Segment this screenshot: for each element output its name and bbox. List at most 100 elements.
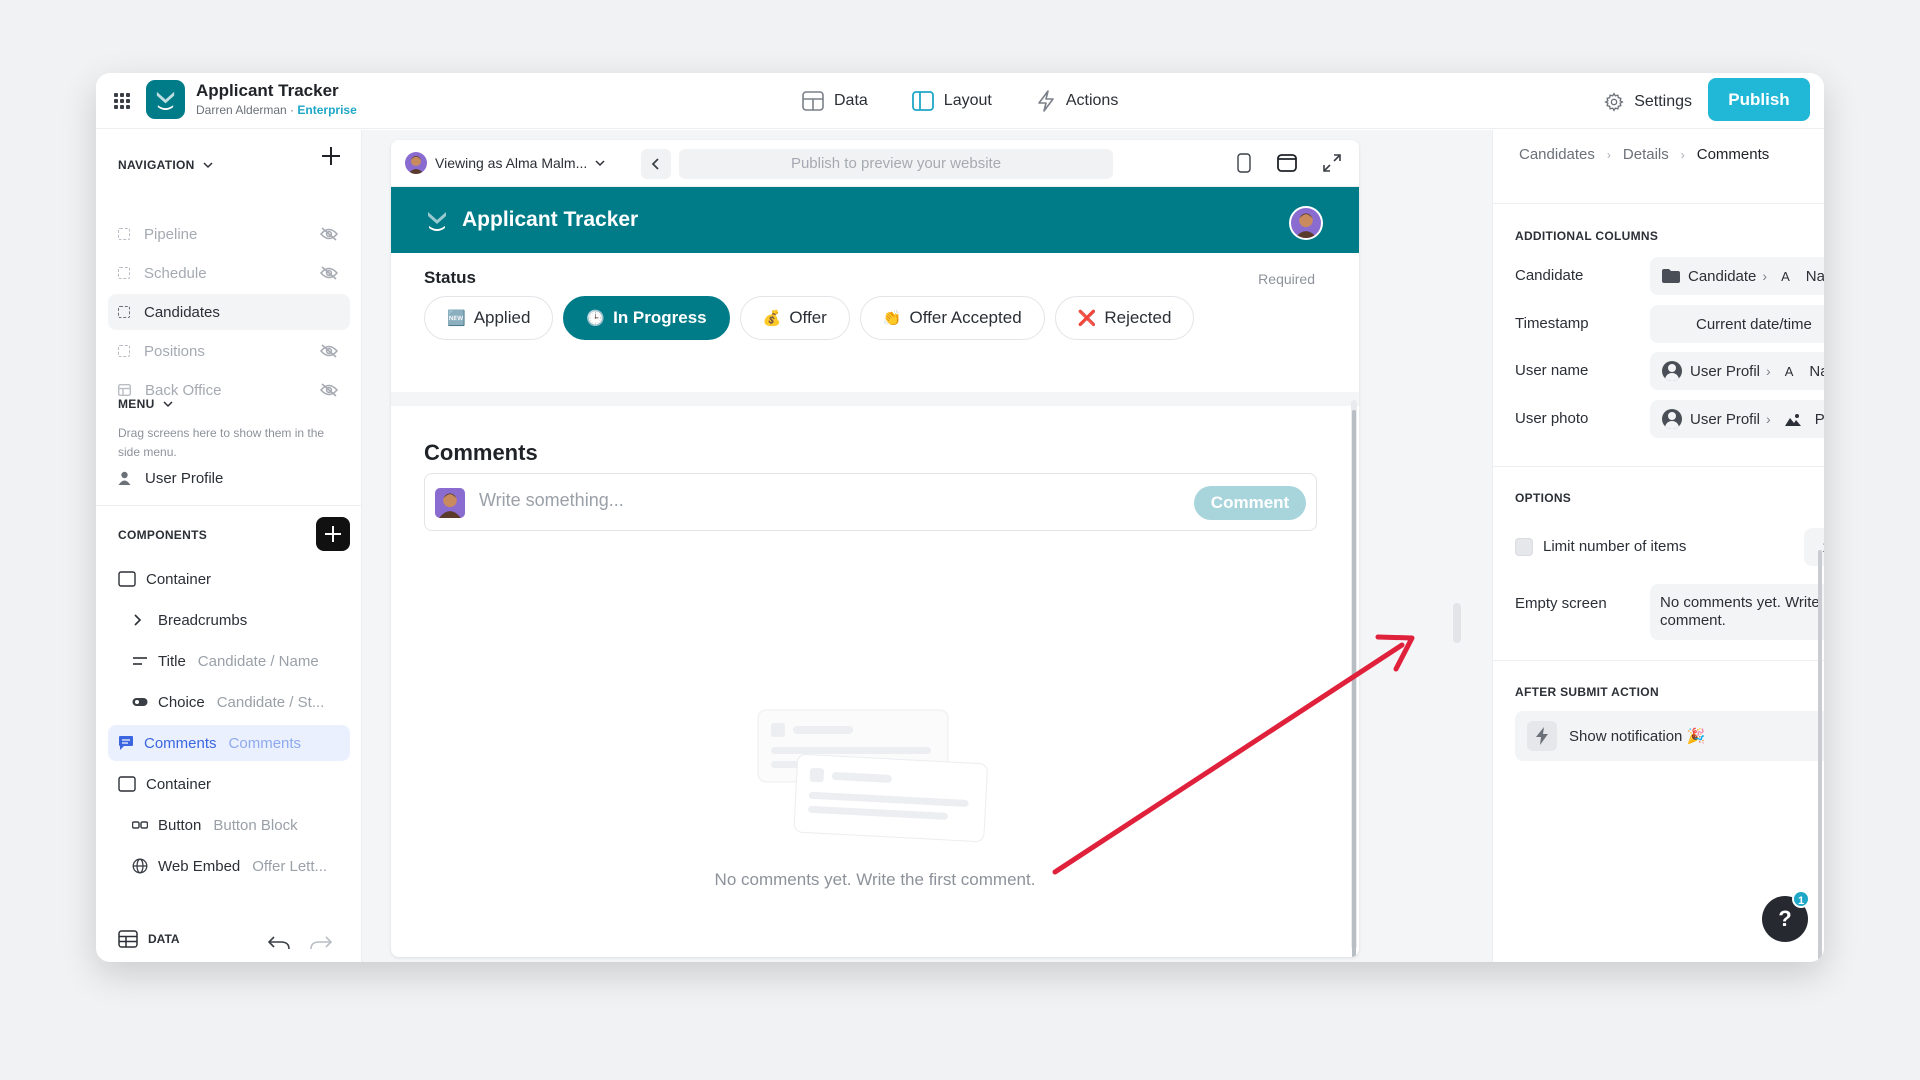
device-toggles bbox=[1237, 153, 1341, 173]
tab-layout[interactable]: Layout bbox=[906, 85, 998, 117]
bolt-icon bbox=[1527, 721, 1557, 751]
navigation-heading-label: NAVIGATION bbox=[118, 158, 195, 172]
add-component-button[interactable] bbox=[316, 517, 350, 551]
options-heading[interactable]: OPTIONS bbox=[1515, 491, 1824, 505]
breadcrumb-item[interactable]: Details bbox=[1623, 146, 1669, 163]
app-window: Applicant Tracker Darren Alderman · Ente… bbox=[96, 73, 1824, 962]
tab-data[interactable]: Data bbox=[796, 85, 874, 117]
component-title[interactable]: Title Candidate / Name bbox=[108, 643, 350, 679]
viewing-as-selector[interactable]: Viewing as Alma Malm... bbox=[405, 152, 605, 174]
settings-button[interactable]: Settings bbox=[1604, 87, 1692, 117]
after-submit-heading[interactable]: AFTER SUBMIT ACTION bbox=[1515, 685, 1824, 699]
component-container[interactable]: Container bbox=[108, 766, 350, 802]
component-comments[interactable]: Comments Comments bbox=[108, 725, 350, 761]
back-button[interactable] bbox=[641, 149, 671, 179]
after-submit-action-select[interactable]: Show notification 🎉 bbox=[1515, 711, 1824, 761]
after-submit-value: Show notification 🎉 bbox=[1569, 728, 1706, 745]
app-preview: Viewing as Alma Malm... Publish to previ… bbox=[391, 140, 1359, 957]
component-container[interactable]: Container bbox=[108, 561, 350, 597]
help-button[interactable]: ? 1 bbox=[1762, 890, 1810, 942]
comment-button[interactable]: Comment bbox=[1194, 486, 1306, 520]
component-label: Comments bbox=[144, 734, 217, 752]
help-label: ? bbox=[1778, 906, 1792, 931]
chip-offer[interactable]: 💰 Offer bbox=[739, 296, 850, 340]
data-footer-label: DATA bbox=[148, 932, 180, 946]
text-icon: A bbox=[1784, 363, 1794, 379]
eye-off-icon[interactable] bbox=[320, 344, 338, 358]
tab-actions[interactable]: Actions bbox=[1030, 85, 1124, 117]
chevron-left-icon bbox=[651, 158, 659, 170]
sidebar-item-label: Back Office bbox=[145, 381, 222, 399]
avatar[interactable] bbox=[1289, 206, 1323, 240]
sidebar-item-label: Schedule bbox=[144, 264, 207, 282]
chevron-down-icon bbox=[203, 161, 213, 168]
user-name-column-field[interactable]: User Profil › A Name bbox=[1650, 352, 1824, 390]
breadcrumb: Candidates › Details › Comments bbox=[1519, 146, 1769, 163]
screen-icon bbox=[118, 267, 130, 279]
clock-icon: 🕒 bbox=[586, 310, 606, 327]
comment-input[interactable] bbox=[479, 490, 1039, 511]
user-photo-column-field[interactable]: User Profil › Photo bbox=[1650, 400, 1824, 438]
additional-columns-heading[interactable]: ADDITIONAL COLUMNS bbox=[1515, 229, 1824, 243]
comment-composer: Comment bbox=[424, 473, 1317, 531]
mobile-icon[interactable] bbox=[1237, 153, 1251, 173]
chip-in-progress[interactable]: 🕒 In Progress bbox=[563, 296, 730, 340]
publish-button[interactable]: Publish bbox=[1708, 78, 1810, 121]
sidebar-item-pipeline[interactable]: Pipeline bbox=[108, 216, 350, 252]
avatar-face-icon bbox=[408, 156, 424, 174]
menu-item-user-profile[interactable]: User Profile bbox=[108, 460, 350, 496]
chip-applied[interactable]: 🆕 Applied bbox=[424, 296, 554, 340]
component-web-embed[interactable]: Web Embed Offer Lett... bbox=[108, 848, 350, 884]
section-heading-label: ADDITIONAL COLUMNS bbox=[1515, 229, 1659, 243]
chip-label: Applied bbox=[473, 308, 531, 327]
tablet-icon[interactable] bbox=[1277, 154, 1297, 172]
empty-screen-label: Empty screen bbox=[1515, 595, 1607, 612]
add-screen-icon[interactable] bbox=[320, 145, 342, 167]
chip-offer-accepted[interactable]: 👏 Offer Accepted bbox=[859, 296, 1045, 340]
menu-heading[interactable]: MENU bbox=[118, 397, 173, 411]
sidebar-item-positions[interactable]: Positions bbox=[108, 333, 350, 369]
sidebar-item-label: Candidates bbox=[144, 303, 220, 321]
data-footer-button[interactable]: DATA bbox=[118, 930, 180, 948]
redo-icon[interactable] bbox=[310, 936, 332, 950]
eye-off-icon[interactable] bbox=[320, 383, 338, 397]
fullscreen-icon[interactable] bbox=[1323, 154, 1341, 172]
image-icon bbox=[1784, 413, 1801, 426]
button-icon bbox=[132, 821, 148, 829]
eye-off-icon[interactable] bbox=[320, 266, 338, 280]
preview-scrollbar-thumb[interactable] bbox=[1352, 410, 1356, 957]
components-heading: COMPONENTS bbox=[118, 528, 207, 542]
timestamp-column-field[interactable]: Current date/time bbox=[1650, 305, 1824, 343]
component-breadcrumbs[interactable]: Breadcrumbs bbox=[108, 602, 350, 638]
top-tabs: Data Layout Actions bbox=[796, 85, 1124, 117]
navigation-heading[interactable]: NAVIGATION bbox=[118, 158, 213, 172]
panel-resize-handle[interactable] bbox=[1453, 603, 1461, 643]
chevron-right-icon: › bbox=[1766, 411, 1771, 427]
eye-off-icon[interactable] bbox=[320, 227, 338, 241]
sidebar-item-candidates[interactable]: Candidates bbox=[108, 294, 350, 330]
column-source: User Profil bbox=[1690, 410, 1761, 428]
section-heading-label: OPTIONS bbox=[1515, 491, 1572, 505]
inspector-scrollbar[interactable] bbox=[1818, 550, 1822, 962]
component-sub: Offer Lett... bbox=[252, 857, 328, 875]
limit-checkbox[interactable] bbox=[1515, 538, 1533, 556]
candidate-column-field[interactable]: Candidate › A Name bbox=[1650, 257, 1824, 295]
empty-comments-illustration bbox=[757, 709, 988, 842]
column-field: Photo bbox=[1814, 410, 1824, 428]
screen-icon bbox=[118, 345, 130, 357]
chip-label: Offer bbox=[789, 308, 827, 327]
empty-screen-field[interactable]: No comments yet. Write the first comment… bbox=[1650, 584, 1824, 640]
undo-icon[interactable] bbox=[268, 936, 290, 950]
component-button[interactable]: Button Button Block bbox=[108, 807, 350, 843]
breadcrumb-separator-icon: › bbox=[1606, 147, 1611, 162]
chip-rejected[interactable]: ❌ Rejected bbox=[1054, 296, 1195, 340]
empty-comments-text: No comments yet. Write the first comment… bbox=[714, 870, 1036, 889]
app-logo-icon bbox=[428, 212, 446, 231]
component-choice[interactable]: Choice Candidate / St... bbox=[108, 684, 350, 720]
breadcrumb-item[interactable]: Candidates bbox=[1519, 146, 1595, 163]
chevron-right-icon bbox=[134, 614, 142, 626]
component-sub: Comments bbox=[228, 734, 302, 752]
sidebar-item-schedule[interactable]: Schedule bbox=[108, 255, 350, 291]
screen-icon bbox=[118, 306, 130, 318]
apps-grid-icon[interactable] bbox=[114, 93, 130, 109]
